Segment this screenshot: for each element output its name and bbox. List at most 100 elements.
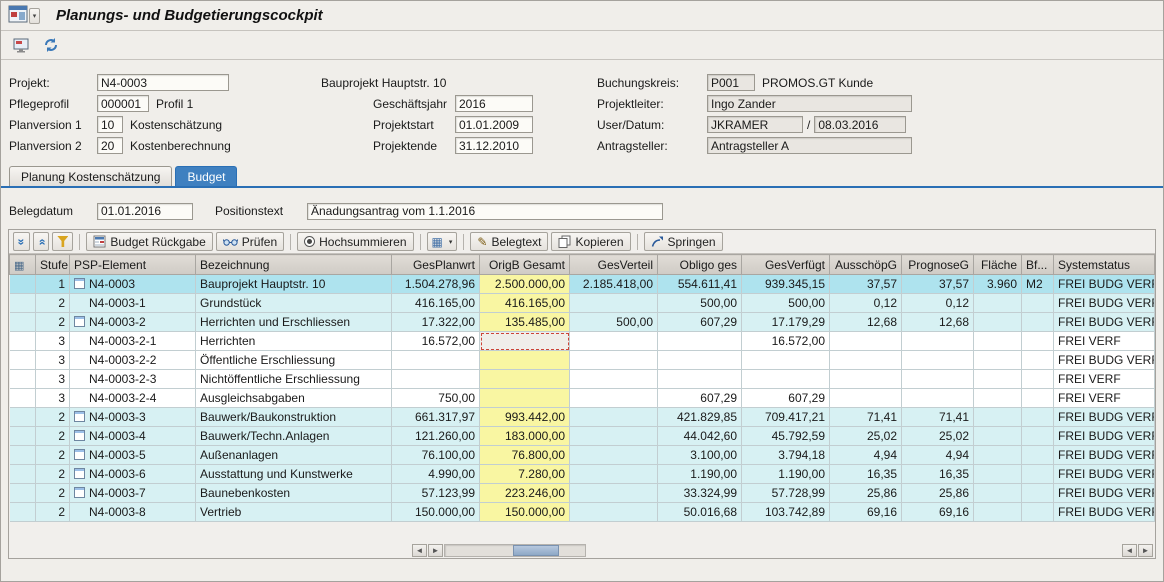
belegtext-button[interactable]: ✎ Belegtext: [470, 232, 548, 251]
cell-gesverfuegt[interactable]: 103.742,89: [742, 503, 830, 522]
hscroll-track[interactable]: [444, 544, 586, 557]
cell-origb[interactable]: 76.800,00: [480, 446, 570, 465]
planning-screen-button[interactable]: [9, 34, 33, 56]
cell-prognoseg[interactable]: 12,68: [902, 313, 974, 332]
cell-sel[interactable]: [10, 503, 36, 522]
cell-sel[interactable]: [10, 332, 36, 351]
cell-prognoseg[interactable]: [902, 351, 974, 370]
cell-ausschoepg[interactable]: 25,02: [830, 427, 902, 446]
cell-stufe[interactable]: 2: [36, 503, 70, 522]
cell-sel[interactable]: [10, 465, 36, 484]
cell-ausschoepg[interactable]: 4,94: [830, 446, 902, 465]
kopieren-button[interactable]: Kopieren: [551, 232, 630, 251]
column-header-stufe[interactable]: Stufe: [36, 255, 70, 275]
cell-stufe[interactable]: 2: [36, 408, 70, 427]
cell-obligo[interactable]: 607,29: [658, 389, 742, 408]
column-header-gesplanwrt[interactable]: GesPlanwrt: [392, 255, 480, 275]
grid-row-N4-0003-5[interactable]: 2N4-0003-5Außenanlagen76.100,0076.800,00…: [10, 446, 1155, 465]
cell-gesplanwrt[interactable]: 76.100,00: [392, 446, 480, 465]
grid-row-N4-0003-2-2[interactable]: 3N4-0003-2-2Öffentliche ErschliessungFRE…: [10, 351, 1155, 370]
cell-prognoseg[interactable]: [902, 389, 974, 408]
cell-bez[interactable]: Baunebenkosten: [196, 484, 392, 503]
cell-flaeche[interactable]: [974, 503, 1022, 522]
cell-gesplanwrt[interactable]: 16.572,00: [392, 332, 480, 351]
hscroll-right-pane-left-button[interactable]: ◄: [1122, 544, 1137, 557]
hscroll-left-button[interactable]: ◄: [412, 544, 427, 557]
cell-flaeche[interactable]: [974, 351, 1022, 370]
planversion1-field[interactable]: 10: [97, 116, 123, 133]
grid-row-N4-0003-3[interactable]: 2N4-0003-3Bauwerk/Baukonstruktion661.317…: [10, 408, 1155, 427]
column-header-ausschoepg[interactable]: AusschöpG: [830, 255, 902, 275]
cell-ausschoepg[interactable]: [830, 351, 902, 370]
cell-stufe[interactable]: 2: [36, 313, 70, 332]
cell-stufe[interactable]: 3: [36, 332, 70, 351]
cell-stufe[interactable]: 2: [36, 446, 70, 465]
cell-status[interactable]: FREI BUDG VERF: [1054, 294, 1155, 313]
filter-button[interactable]: [52, 232, 73, 251]
grid-row-N4-0003-4[interactable]: 2N4-0003-4Bauwerk/Techn.Anlagen121.260,0…: [10, 427, 1155, 446]
cell-bez[interactable]: Ausstattung und Kunstwerke: [196, 465, 392, 484]
cell-gesverfuegt[interactable]: 3.794,18: [742, 446, 830, 465]
cell-psp[interactable]: N4-0003-4: [70, 427, 196, 446]
column-header-gesverfuegt[interactable]: GesVerfügt: [742, 255, 830, 275]
cell-gesplanwrt[interactable]: 4.990,00: [392, 465, 480, 484]
cell-status[interactable]: FREI BUDG VERF: [1054, 503, 1155, 522]
cell-gesverteil[interactable]: [570, 408, 658, 427]
cell-bez[interactable]: Öffentliche Erschliessung: [196, 351, 392, 370]
antragsteller-field[interactable]: Antragsteller A: [707, 137, 912, 154]
cell-bf[interactable]: [1022, 484, 1054, 503]
cell-bf[interactable]: [1022, 465, 1054, 484]
cell-status[interactable]: FREI BUDG VERF: [1054, 484, 1155, 503]
cell-ausschoepg[interactable]: [830, 389, 902, 408]
cell-prognoseg[interactable]: 4,94: [902, 446, 974, 465]
cell-status[interactable]: FREI BUDG VERF: [1054, 408, 1155, 427]
cell-gesplanwrt[interactable]: 661.317,97: [392, 408, 480, 427]
projektleiter-field[interactable]: Ingo Zander: [707, 95, 912, 112]
cell-status[interactable]: FREI BUDG VERF: [1054, 427, 1155, 446]
cell-ausschoepg[interactable]: [830, 332, 902, 351]
cell-sel[interactable]: [10, 294, 36, 313]
cell-gesverteil[interactable]: [570, 465, 658, 484]
cell-flaeche[interactable]: [974, 313, 1022, 332]
hscroll-right-pane-right-button[interactable]: ►: [1138, 544, 1153, 557]
cell-status[interactable]: FREI BUDG VERF: [1054, 351, 1155, 370]
budget-rueckgabe-button[interactable]: Budget Rückgabe: [86, 232, 212, 251]
cell-bez[interactable]: Bauprojekt Hauptstr. 10: [196, 275, 392, 294]
user-field[interactable]: JKRAMER: [707, 116, 803, 133]
cell-prognoseg[interactable]: 0,12: [902, 294, 974, 313]
cell-gesverfuegt[interactable]: 17.179,29: [742, 313, 830, 332]
cell-psp[interactable]: N4-0003-2-1: [70, 332, 196, 351]
cell-flaeche[interactable]: [974, 484, 1022, 503]
column-header-origb[interactable]: OrigB Gesamt: [480, 255, 570, 275]
cell-gesverteil[interactable]: [570, 389, 658, 408]
grid-row-N4-0003-7[interactable]: 2N4-0003-7Baunebenkosten57.123,99223.246…: [10, 484, 1155, 503]
grid-row-N4-0003-2[interactable]: 2N4-0003-2Herrichten und Erschliessen17.…: [10, 313, 1155, 332]
cell-gesplanwrt[interactable]: 416.165,00: [392, 294, 480, 313]
cell-prognoseg[interactable]: 37,57: [902, 275, 974, 294]
cell-gesverfuegt[interactable]: 1.190,00: [742, 465, 830, 484]
column-header-bf[interactable]: Bf...: [1022, 255, 1054, 275]
cell-stufe[interactable]: 3: [36, 389, 70, 408]
cell-ausschoepg[interactable]: 12,68: [830, 313, 902, 332]
cell-gesplanwrt[interactable]: [392, 351, 480, 370]
grid-row-N4-0003-2-3[interactable]: 3N4-0003-2-3Nichtöffentliche Erschliessu…: [10, 370, 1155, 389]
cell-origb[interactable]: 183.000,00: [480, 427, 570, 446]
cell-gesverteil[interactable]: [570, 427, 658, 446]
cell-obligo[interactable]: 33.324,99: [658, 484, 742, 503]
cell-origb[interactable]: 150.000,00: [480, 503, 570, 522]
cell-prognoseg[interactable]: [902, 332, 974, 351]
cell-status[interactable]: FREI BUDG VERF: [1054, 446, 1155, 465]
cell-origb[interactable]: 7.280,00: [480, 465, 570, 484]
column-header-sel[interactable]: ▦: [10, 255, 36, 275]
cell-ausschoepg[interactable]: 0,12: [830, 294, 902, 313]
cell-obligo[interactable]: [658, 370, 742, 389]
cell-sel[interactable]: [10, 427, 36, 446]
cell-origb[interactable]: 2.500.000,00: [480, 275, 570, 294]
cell-sel[interactable]: [10, 351, 36, 370]
cell-bf[interactable]: [1022, 332, 1054, 351]
cell-bf[interactable]: [1022, 446, 1054, 465]
cell-obligo[interactable]: 3.100,00: [658, 446, 742, 465]
buchungskreis-field[interactable]: P001: [707, 74, 755, 91]
cell-psp[interactable]: N4-0003: [70, 275, 196, 294]
grid-row-N4-0003-2-4[interactable]: 3N4-0003-2-4Ausgleichsabgaben750,00607,2…: [10, 389, 1155, 408]
